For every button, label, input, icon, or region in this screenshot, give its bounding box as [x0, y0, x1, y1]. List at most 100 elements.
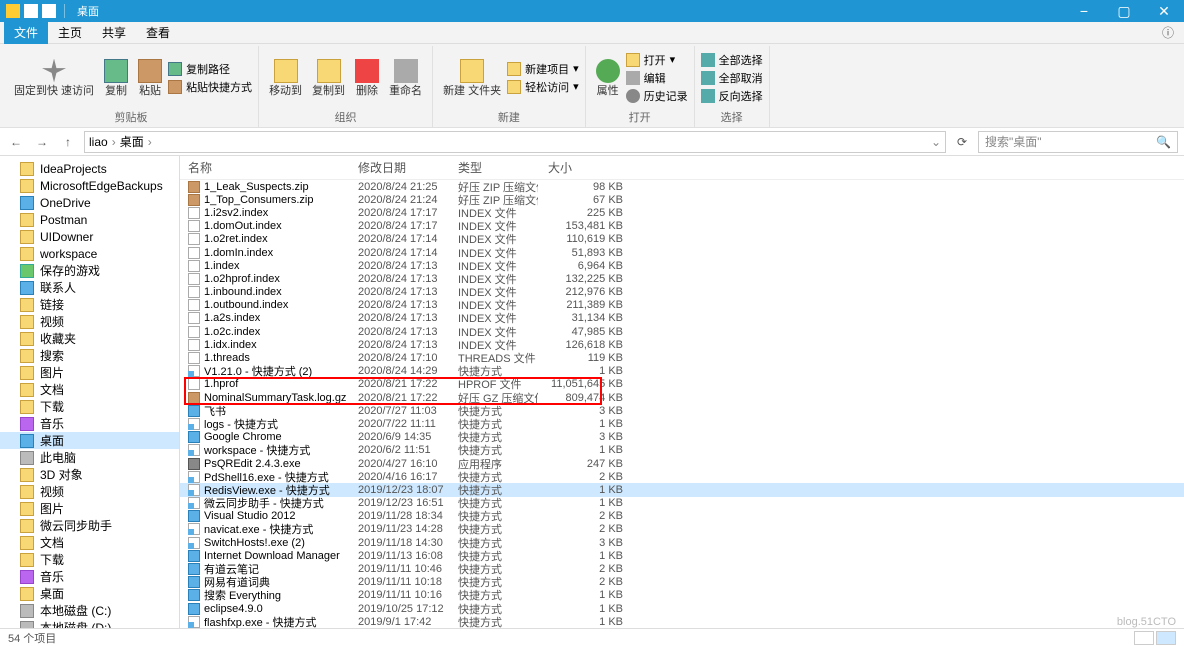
sidebar-item[interactable]: MicrosoftEdgeBackups [0, 177, 179, 194]
crumb-1[interactable]: 桌面 [120, 133, 144, 150]
paste-button[interactable]: 粘贴 [134, 57, 166, 99]
sidebar-item[interactable]: workspace [0, 245, 179, 262]
sidebar-item[interactable]: 下载 [0, 551, 179, 568]
file-row[interactable]: 1_Top_Consumers.zip2020/8/24 21:24好压 ZIP… [180, 193, 1184, 206]
file-name: 1.a2s.index [204, 312, 260, 324]
file-row[interactable]: 1.o2ret.index2020/8/24 17:14INDEX 文件110,… [180, 233, 1184, 246]
file-row[interactable]: navicat.exe - 快捷方式2019/11/23 14:28快捷方式2 … [180, 523, 1184, 536]
back-button[interactable]: ← [6, 135, 26, 149]
sidebar-item[interactable]: Postman [0, 211, 179, 228]
maximize-button[interactable]: ▢ [1104, 0, 1144, 22]
properties-button[interactable]: 属性 [592, 57, 624, 99]
copy-button[interactable]: 复制 [100, 57, 132, 99]
file-row[interactable]: 1_Leak_Suspects.zip2020/8/24 21:25好压 ZIP… [180, 180, 1184, 193]
sidebar-item[interactable]: 本地磁盘 (C:) [0, 602, 179, 619]
history-button[interactable]: 历史记录 [626, 88, 688, 104]
sidebar-item[interactable]: 视频 [0, 483, 179, 500]
col-name[interactable]: 名称 [188, 159, 348, 176]
file-row[interactable]: flashfxp.exe - 快捷方式2019/9/1 17:42快捷方式1 K… [180, 615, 1184, 628]
file-row[interactable]: 1.a2s.index2020/8/24 17:13INDEX 文件31,134… [180, 312, 1184, 325]
rename-button[interactable]: 重命名 [385, 57, 426, 99]
tab-file[interactable]: 文件 [4, 21, 48, 44]
sidebar-item[interactable]: 图片 [0, 500, 179, 517]
file-row[interactable]: 1.idx.index2020/8/24 17:13INDEX 文件126,61… [180, 338, 1184, 351]
file-row[interactable]: 1.inbound.index2020/8/24 17:13INDEX 文件21… [180, 286, 1184, 299]
sidebar-item[interactable]: 搜索 [0, 347, 179, 364]
file-row[interactable]: 1.o2hprof.index2020/8/24 17:13INDEX 文件13… [180, 272, 1184, 285]
sidebar-item[interactable]: OneDrive [0, 194, 179, 211]
new-folder-button[interactable]: 新建 文件夹 [439, 57, 505, 99]
file-list[interactable]: 1_Leak_Suspects.zip2020/8/24 21:25好压 ZIP… [180, 180, 1184, 628]
refresh-button[interactable]: ⟳ [952, 135, 972, 149]
file-row[interactable]: 1.hprof2020/8/21 17:22HPROF 文件11,051,645… [180, 378, 1184, 391]
file-row[interactable]: 1.i2sv2.index2020/8/24 17:17INDEX 文件225 … [180, 206, 1184, 219]
sidebar-item[interactable]: UIDowner [0, 228, 179, 245]
qa-tool-icon[interactable] [24, 4, 38, 18]
up-button[interactable]: ↑ [58, 135, 78, 149]
file-name: 微云同步助手 - 快捷方式 [204, 495, 324, 511]
file-row[interactable]: logs - 快捷方式2020/7/22 11:11快捷方式1 KB [180, 417, 1184, 430]
search-input[interactable]: 搜索"桌面" 🔍 [978, 131, 1178, 153]
breadcrumb-dropdown-icon[interactable]: ⌄ [931, 135, 941, 149]
delete-button[interactable]: 删除 [351, 57, 383, 99]
sidebar-item[interactable]: 文档 [0, 381, 179, 398]
file-icon [188, 418, 200, 430]
open-button[interactable]: 打开 ▾ [626, 52, 688, 68]
sidebar-item[interactable]: 音乐 [0, 568, 179, 585]
edit-button[interactable]: 编辑 [626, 70, 688, 86]
file-row[interactable]: SwitchHosts!.exe (2)2019/11/18 14:30快捷方式… [180, 536, 1184, 549]
tab-view[interactable]: 查看 [136, 21, 180, 44]
invert-selection-button[interactable]: 反向选择 [701, 88, 763, 104]
file-row[interactable]: 1.o2c.index2020/8/24 17:13INDEX 文件47,985… [180, 325, 1184, 338]
view-details-button[interactable] [1134, 631, 1154, 645]
col-date[interactable]: 修改日期 [358, 159, 448, 176]
sidebar-item[interactable]: IdeaProjects [0, 160, 179, 177]
tab-home[interactable]: 主页 [48, 21, 92, 44]
copy-to-button[interactable]: 复制到 [308, 57, 349, 99]
sidebar-item[interactable]: 收藏夹 [0, 330, 179, 347]
easy-access-button[interactable]: 轻松访问 ▾ [507, 79, 579, 95]
copy-path-button[interactable]: 复制路径 [168, 61, 252, 77]
file-row[interactable]: 1.domOut.index2020/8/24 17:17INDEX 文件153… [180, 220, 1184, 233]
sidebar-item[interactable]: 本地磁盘 (D:) [0, 619, 179, 628]
breadcrumb[interactable]: liao› 桌面› ⌄ [84, 131, 946, 153]
sidebar-item[interactable]: 下载 [0, 398, 179, 415]
sidebar-item[interactable]: 桌面 [0, 585, 179, 602]
file-row[interactable]: 微云同步助手 - 快捷方式2019/12/23 16:51快捷方式1 KB [180, 497, 1184, 510]
sidebar-item[interactable]: 图片 [0, 364, 179, 381]
file-row[interactable]: workspace - 快捷方式2020/6/2 11:51快捷方式1 KB [180, 444, 1184, 457]
paste-shortcut-button[interactable]: 粘贴快捷方式 [168, 79, 252, 95]
view-icons-button[interactable] [1156, 631, 1176, 645]
ribbon-help[interactable]: ⓘ [1162, 24, 1184, 41]
col-type[interactable]: 类型 [458, 159, 538, 176]
sidebar-item[interactable]: 3D 对象 [0, 466, 179, 483]
sidebar-item[interactable]: 微云同步助手 [0, 517, 179, 534]
file-row[interactable]: V1.21.0 - 快捷方式 (2)2020/8/24 14:29快捷方式1 K… [180, 365, 1184, 378]
pin-to-quick-access-button[interactable]: 固定到快 速访问 [10, 57, 98, 99]
sidebar-item[interactable]: 桌面 [0, 432, 179, 449]
sidebar-item[interactable]: 联系人 [0, 279, 179, 296]
sidebar-item[interactable]: 保存的游戏 [0, 262, 179, 279]
minimize-button[interactable]: − [1064, 0, 1104, 22]
file-row[interactable]: 搜索 Everything2019/11/11 10:16快捷方式1 KB [180, 589, 1184, 602]
forward-button[interactable]: → [32, 135, 52, 149]
sidebar-item[interactable]: 此电脑 [0, 449, 179, 466]
sidebar-item-label: 微云同步助手 [40, 517, 112, 534]
sidebar[interactable]: IdeaProjectsMicrosoftEdgeBackupsOneDrive… [0, 156, 180, 628]
tab-share[interactable]: 共享 [92, 21, 136, 44]
file-row[interactable]: 1.domIn.index2020/8/24 17:14INDEX 文件51,8… [180, 246, 1184, 259]
select-all-button[interactable]: 全部选择 [701, 52, 763, 68]
sidebar-item[interactable]: 视频 [0, 313, 179, 330]
close-button[interactable]: ✕ [1144, 0, 1184, 22]
new-item-button[interactable]: 新建项目 ▾ [507, 61, 579, 77]
crumb-0[interactable]: liao [89, 135, 108, 149]
select-none-button[interactable]: 全部取消 [701, 70, 763, 86]
sidebar-item[interactable]: 音乐 [0, 415, 179, 432]
move-to-button[interactable]: 移动到 [265, 57, 306, 99]
qa-tool-icon[interactable] [42, 4, 56, 18]
col-size[interactable]: 大小 [548, 159, 623, 176]
file-row[interactable]: 1.outbound.index2020/8/24 17:13INDEX 文件2… [180, 299, 1184, 312]
file-row[interactable]: 1.index2020/8/24 17:13INDEX 文件6,964 KB [180, 259, 1184, 272]
sidebar-item[interactable]: 链接 [0, 296, 179, 313]
sidebar-item[interactable]: 文档 [0, 534, 179, 551]
